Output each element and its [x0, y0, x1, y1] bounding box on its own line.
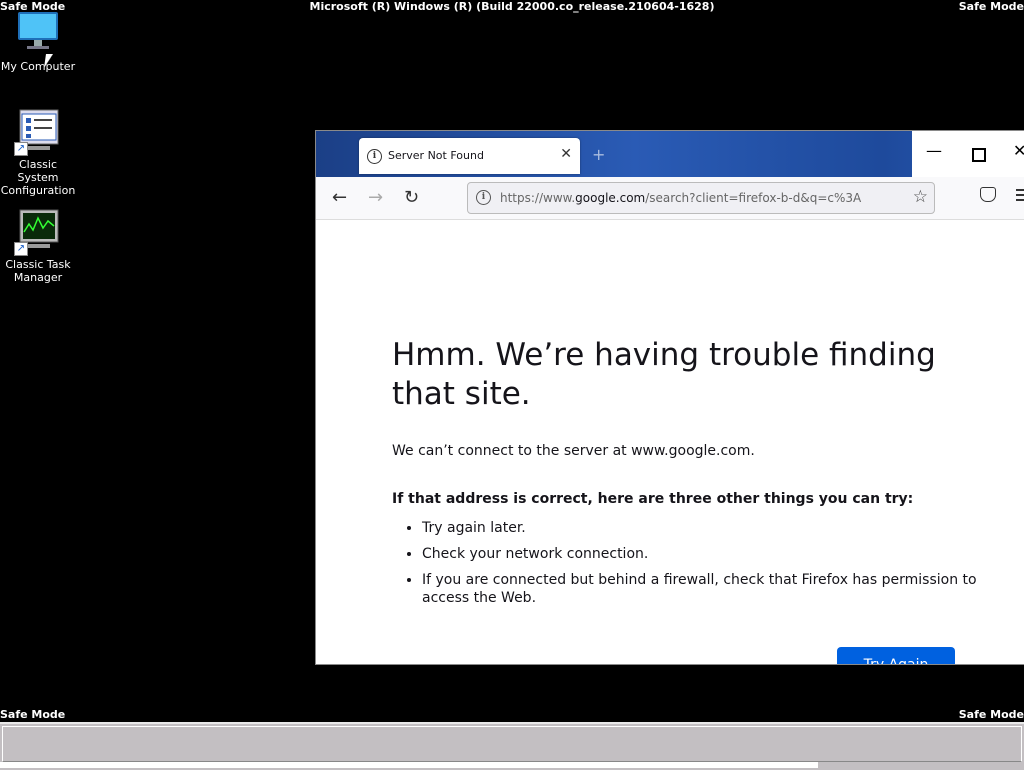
back-arrow-icon[interactable]: ← [332, 187, 347, 208]
firefox-window: i Server Not Found ✕ + — ✕ ← → ↻ i https… [315, 130, 1024, 665]
safe-mode-label: Safe Mode [958, 708, 1024, 721]
task-manager-icon: ↗ [14, 208, 62, 256]
desktop-icon-label: Classic Task Manager [5, 258, 71, 284]
mouse-cursor-icon [44, 54, 60, 68]
desktop-icon-task-manager[interactable]: ↗ Classic Task Manager [0, 208, 76, 284]
minimize-icon[interactable]: — [926, 141, 942, 160]
error-page: Hmm. We’re having trouble finding that s… [316, 219, 1024, 664]
desktop-icon-label: Classic System Configuration [0, 158, 76, 197]
forward-arrow-icon[interactable]: → [368, 187, 383, 208]
info-icon: i [367, 149, 382, 164]
system-config-icon: ↗ [14, 108, 62, 156]
tab-strip: i Server Not Found ✕ + — ✕ [316, 131, 1024, 177]
pocket-icon[interactable] [980, 187, 996, 202]
desktop-icon-system-configuration[interactable]: ↗ Classic System Configuration [0, 108, 76, 197]
shortcut-arrow-icon: ↗ [14, 242, 28, 256]
address-bar[interactable]: i https://www.google.com/search?client=f… [467, 182, 935, 214]
site-info-icon[interactable]: i [476, 190, 491, 205]
shortcut-arrow-icon: ↗ [14, 142, 28, 156]
desktop-icon-label: My Computer [0, 60, 76, 73]
taskbar-edge [0, 762, 818, 768]
suggestions-heading: If that address is correct, here are thr… [392, 491, 914, 507]
try-again-button[interactable]: Try Again [837, 647, 955, 664]
maximize-icon[interactable] [972, 148, 986, 162]
navigation-toolbar: ← → ↻ i https://www.google.com/search?cl… [316, 177, 1024, 220]
desktop-icon-my-computer[interactable]: My Computer [0, 10, 76, 73]
taskbar-panel [2, 726, 1022, 762]
safe-mode-label: Safe Mode [0, 708, 66, 721]
monitor-icon [14, 10, 62, 58]
hamburger-menu-icon[interactable] [1016, 189, 1024, 204]
taskbar[interactable] [0, 722, 1024, 770]
close-window-icon[interactable]: ✕ [1013, 141, 1024, 160]
safe-mode-label: Safe Mode [958, 0, 1024, 13]
tab-close-icon[interactable]: ✕ [560, 146, 572, 162]
list-item: Check your network connection. [422, 545, 982, 563]
suggestions-list: Try again later. Check your network conn… [392, 519, 982, 615]
tab-title: Server Not Found [388, 149, 484, 162]
window-controls: — ✕ [912, 131, 1024, 177]
build-info: Microsoft (R) Windows (R) (Build 22000.c… [309, 0, 715, 13]
error-description: We can’t connect to the server at www.go… [392, 443, 755, 459]
url-text: https://www.google.com/search?client=fir… [500, 191, 862, 205]
tab-server-not-found[interactable]: i Server Not Found ✕ [359, 138, 580, 174]
error-heading: Hmm. We’re having trouble finding that s… [392, 337, 936, 412]
new-tab-icon[interactable]: + [592, 145, 605, 164]
reload-icon[interactable]: ↻ [404, 187, 419, 208]
list-item: Try again later. [422, 519, 982, 537]
bookmark-star-icon[interactable]: ☆ [913, 187, 928, 207]
list-item: If you are connected but behind a firewa… [422, 571, 982, 607]
